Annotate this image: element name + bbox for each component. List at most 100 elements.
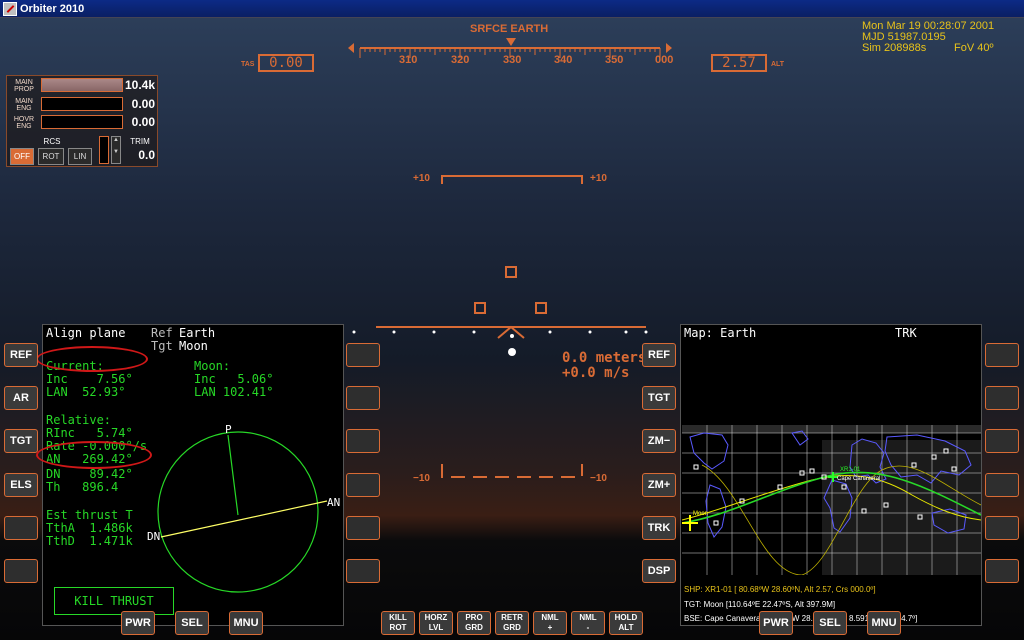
- right-mfd-title: Map: Earth: [684, 326, 757, 340]
- 3d-viewport[interactable]: SRFCE EARTH 310 320 330 340 350 000 TAS …: [0, 18, 1024, 640]
- shp-label: SHP:: [684, 585, 703, 594]
- orbiter-window: Orbiter 2010 SRFCE EARTH 310 320 330 340…: [0, 0, 1024, 640]
- tgt-value: Moon: [179, 339, 208, 353]
- right-mfd-right-blank-button[interactable]: [985, 473, 1019, 497]
- right-mfd-track-button[interactable]: TRK: [642, 516, 676, 540]
- right-mfd-right-blank-button[interactable]: [985, 516, 1019, 540]
- right-mfd-zoom-out-button[interactable]: ZM−: [642, 429, 676, 453]
- navmode-label: ROT: [389, 623, 407, 632]
- right-mfd-select-button[interactable]: SEL: [813, 611, 847, 635]
- left-mfd-right-blank-button[interactable]: [346, 473, 380, 497]
- left-mfd-ar-button[interactable]: AR: [4, 386, 38, 410]
- left-mfd-ref-button[interactable]: REF: [4, 343, 38, 367]
- navmode-normal-plus-button[interactable]: NML +: [533, 611, 567, 635]
- heading-label: 340: [554, 54, 573, 66]
- alt-label: ALT: [771, 61, 785, 68]
- navmode-label: NML: [541, 613, 559, 622]
- right-mfd-menu-button[interactable]: MNU: [867, 611, 901, 635]
- right-mfd-right-blank-button[interactable]: [985, 343, 1019, 367]
- bse-label: BSE:: [684, 614, 703, 623]
- right-mfd-power-button[interactable]: PWR: [759, 611, 793, 635]
- title-bar[interactable]: Orbiter 2010: [0, 0, 1024, 18]
- right-mfd-display-button[interactable]: DSP: [642, 559, 676, 583]
- trim-stepper[interactable]: ▲ ▼: [111, 136, 121, 164]
- diagram-dn-label: DN: [147, 530, 161, 543]
- map-moon-label: Moon: [693, 511, 709, 517]
- trim-label: TRIM: [130, 137, 150, 146]
- right-mfd-zoom-in-button[interactable]: ZM+: [642, 473, 676, 497]
- right-mfd-screen[interactable]: Map: Earth TRK XR1-01 Cape Canaveral Moo…: [680, 324, 982, 626]
- shp-value: XR1-01 [ 80.68ºW 28.60ºN, Alt 2.57, Crs …: [704, 585, 876, 594]
- navmode-label: GRD: [465, 623, 483, 632]
- rcs-rot-button[interactable]: ROT: [38, 148, 64, 165]
- navmode-kill-rot-button[interactable]: KILL ROT: [381, 611, 415, 635]
- right-mfd-tgt-button[interactable]: TGT: [642, 386, 676, 410]
- left-mfd-right-blank-button[interactable]: [346, 429, 380, 453]
- navmode-normal-minus-button[interactable]: NML -: [571, 611, 605, 635]
- map-base-label: Cape Canaveral: [837, 476, 881, 482]
- rcs-lin-button[interactable]: LIN: [68, 148, 92, 165]
- left-mfd-right-blank-button[interactable]: [346, 516, 380, 540]
- prograde-marker: [508, 348, 516, 356]
- navmode-hold-alt-button[interactable]: HOLD ALT: [609, 611, 643, 635]
- engine-panel: MAIN PROP 10.4k MAIN ENG 0.00 HOVR ENG 0…: [6, 75, 158, 167]
- rcs-label: RCS: [43, 137, 61, 146]
- navmode-label: HOLD: [614, 613, 638, 622]
- rcs-off-button[interactable]: OFF: [10, 148, 34, 165]
- trim-value: 0.0: [138, 148, 155, 162]
- main-prop-label: MAIN PROP: [14, 79, 34, 93]
- moon-lan: LAN 102.41°: [194, 385, 274, 399]
- left-mfd-blank-button[interactable]: [4, 516, 38, 540]
- heading-label: 330: [503, 54, 522, 66]
- trim-gauge[interactable]: [99, 136, 109, 164]
- heading-right-arrow: [666, 43, 672, 53]
- left-mfd-power-button[interactable]: PWR: [121, 611, 155, 635]
- right-mfd-right-blank-button[interactable]: [985, 386, 1019, 410]
- navmode-prograde-button[interactable]: PRO GRD: [457, 611, 491, 635]
- orbiter-app-icon: [3, 2, 17, 16]
- tgt-label: TGT:: [684, 600, 702, 609]
- left-mfd-right-blank-button[interactable]: [346, 559, 380, 583]
- ship-info-line: SHP: XR1-01 [ 80.68ºW 28.60ºN, Alt 2.57,…: [684, 585, 876, 594]
- right-mfd-right-blank-button[interactable]: [985, 559, 1019, 583]
- inclination-highlight-ellipse: [36, 346, 148, 372]
- navmode-label: ALT: [618, 623, 634, 632]
- right-mfd-ref-button[interactable]: REF: [642, 343, 676, 367]
- main-eng-value: 0.00: [131, 97, 155, 111]
- time-to-node: Th 896.4: [46, 480, 119, 494]
- hovr-eng-gauge[interactable]: [41, 115, 123, 129]
- heading-label: 320: [451, 54, 470, 66]
- heading-label: 310: [399, 54, 418, 66]
- left-mfd-right-blank-button[interactable]: [346, 386, 380, 410]
- left-mfd-menu-button[interactable]: MNU: [229, 611, 263, 635]
- hovr-eng-value: 0.00: [131, 115, 155, 129]
- navmode-label: -: [586, 623, 590, 632]
- main-eng-gauge[interactable]: [41, 97, 123, 111]
- heading-left-arrow: [348, 43, 354, 53]
- left-mfd-tgt-button[interactable]: TGT: [4, 429, 38, 453]
- navmode-label: KILL: [389, 613, 407, 622]
- right-mfd-right-blank-button[interactable]: [985, 429, 1019, 453]
- window-title: Orbiter 2010: [20, 3, 85, 15]
- left-mfd-blank-button[interactable]: [4, 559, 38, 583]
- alt-readout: 2.57: [711, 54, 767, 72]
- hovr-eng-label: HOVR ENG: [13, 116, 35, 130]
- heading-label: 000: [655, 54, 674, 66]
- navmode-label: HORZ: [424, 613, 448, 622]
- rate-readout: +0.0 m/s: [562, 365, 630, 381]
- current-lan: LAN 52.93°: [46, 385, 126, 399]
- distance-readout: 0.0 meters: [562, 350, 647, 366]
- left-mfd-els-button[interactable]: ELS: [4, 473, 38, 497]
- left-mfd-title: Align plane: [46, 326, 126, 340]
- main-prop-value: 10.4k: [124, 78, 155, 92]
- left-mfd-select-button[interactable]: SEL: [175, 611, 209, 635]
- navmode-horz-lvl-button[interactable]: HORZ LVL: [419, 611, 453, 635]
- navmode-label: LVL: [428, 623, 444, 632]
- main-prop-gauge: [41, 78, 123, 92]
- navmode-label: +: [547, 623, 553, 632]
- left-mfd-right-blank-button[interactable]: [346, 343, 380, 367]
- navmode-retrograde-button[interactable]: RETR GRD: [495, 611, 529, 635]
- heading-label: 350: [605, 54, 624, 66]
- diagram-p-label: P: [225, 423, 232, 436]
- dn-highlight-ellipse: [36, 441, 152, 469]
